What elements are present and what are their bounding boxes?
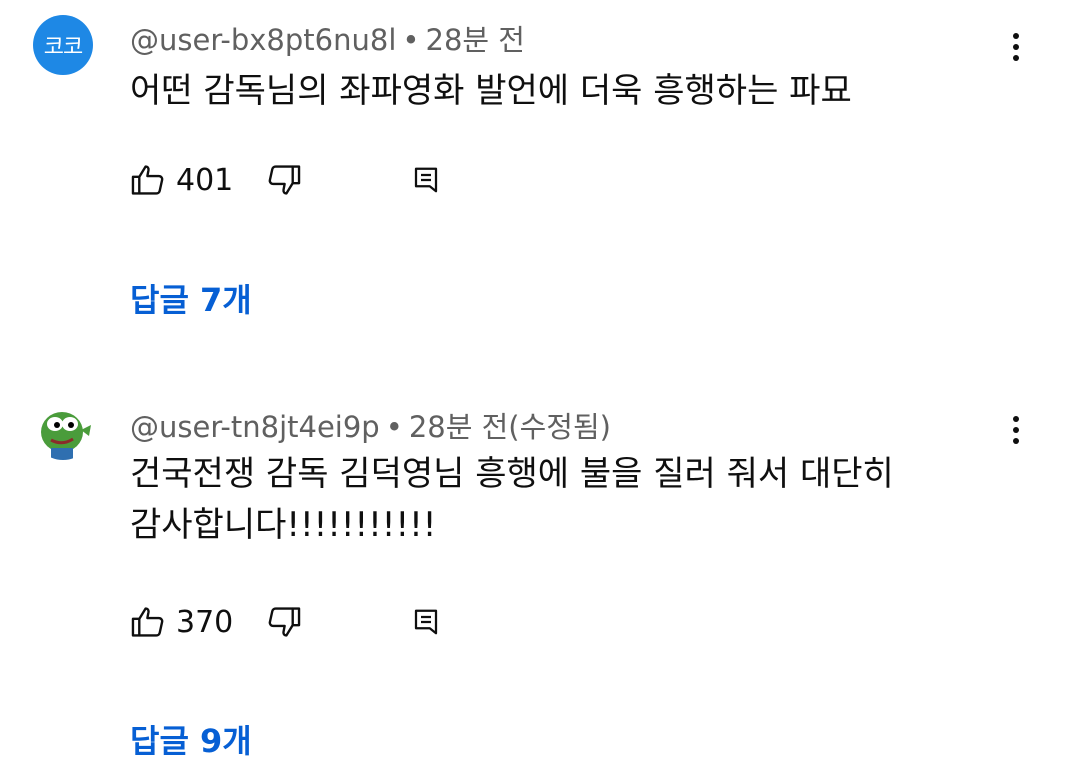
username[interactable]: @user-bx8pt6nu8l [130,23,396,57]
comment-2: @user-tn8jt4ei9p • 28분 전(수정됨) 건국전쟁 감독 김덕영님… [0,390,1077,781]
more-options-button[interactable] [1000,408,1032,452]
comment-text: 건국전쟁 감독 김덕영님 흥행에 불을 질러 줘서 대단히 감사합니다!!!!!… [130,449,1010,551]
vertical-ellipsis-icon [1013,416,1019,422]
reply-comment-icon[interactable] [406,602,446,642]
vertical-ellipsis-icon [1013,33,1019,39]
comment-text-line: 감사합니다!!!!!!!!!!! [130,505,437,545]
replies-link[interactable]: 답글 9개 [130,716,252,762]
timestamp: 28분 전 [425,23,525,57]
avatar[interactable]: 코코 [33,15,93,75]
replies-link[interactable]: 답글 7개 [130,275,252,321]
reply-comment-icon[interactable] [406,160,446,200]
like-count: 370 [176,604,234,640]
comment-1: 코코 @user-bx8pt6nu8l • 28분 전 어떤 감독님의 좌파영화 발… [0,0,1077,340]
thumbs-down-icon[interactable] [264,602,304,642]
comment-header: @user-tn8jt4ei9p • 28분 전(수정됨) [130,404,611,446]
separator: • [385,410,403,444]
thumbs-up-icon[interactable] [128,160,168,200]
comment-header: @user-bx8pt6nu8l • 28분 전 [130,17,525,59]
more-options-button[interactable] [1000,25,1032,69]
thumbs-up-icon[interactable] [128,602,168,642]
comment-text-line: 건국전쟁 감독 김덕영님 흥행에 불을 질러 줘서 대단히 [130,454,894,494]
thumbs-down-icon[interactable] [264,160,304,200]
comment-text: 어떤 감독님의 좌파영화 발언에 더욱 흥행하는 파묘 [130,71,852,111]
separator: • [402,23,420,57]
comment-actions: 370 [128,600,438,644]
username[interactable]: @user-tn8jt4ei9p [130,410,380,444]
avatar-initials: 코코 [43,35,83,60]
timestamp: 28분 전(수정됨) [408,410,611,444]
like-count: 401 [176,162,234,198]
comment-actions: 401 [128,158,438,202]
green-frog-avatar[interactable] [33,400,93,460]
